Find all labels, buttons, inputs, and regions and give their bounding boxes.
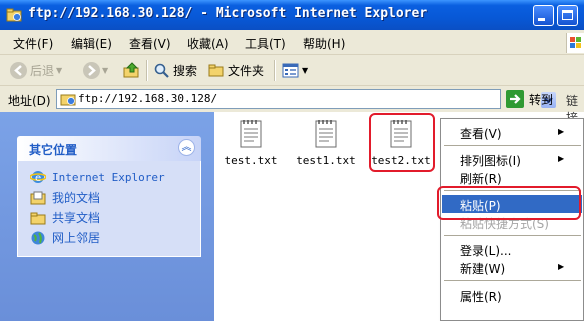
forward-dropdown-icon: ▼ <box>102 65 109 75</box>
toolbar: 后退 ▼ ▼ 搜索 文件夹 ▼ <box>0 55 584 86</box>
collapse-button[interactable]: ︽ <box>178 139 195 156</box>
submenu-arrow-icon: ▶ <box>558 262 565 271</box>
network-globe-icon <box>30 230 46 246</box>
link-shared-documents[interactable]: 共享文档 <box>30 209 100 226</box>
other-places-title: 其它位置 <box>29 143 78 157</box>
menu-item-arrange-icons[interactable]: 排列图标(I) ▶ <box>442 150 582 168</box>
up-folder-icon <box>123 62 139 78</box>
back-arrow-icon <box>10 61 27 79</box>
other-places-body: e Internet Explorer 我的文档 共享文档 网上邻居 <box>17 161 201 257</box>
other-places-header[interactable]: 其它位置 ︽ <box>17 136 201 161</box>
task-pane: 其它位置 ︽ e Internet Explorer 我的文档 共享文档 网上邻 <box>0 112 214 321</box>
menu-item-label: 刷新(R) <box>460 172 502 186</box>
link-network-places[interactable]: 网上邻居 <box>30 229 100 246</box>
address-value: ftp://192.168.30.128/ <box>78 92 218 105</box>
file-highlight-box <box>369 113 435 172</box>
paste-highlight-box <box>437 186 581 220</box>
menu-item-label: 新建(W) <box>460 262 506 276</box>
menu-file[interactable]: 文件(F) <box>13 35 53 52</box>
menu-help[interactable]: 帮助(H) <box>303 35 345 52</box>
search-icon <box>154 63 169 78</box>
submenu-arrow-icon: ▶ <box>558 127 565 136</box>
maximize-icon <box>562 10 573 20</box>
menu-item-label: 排列图标(I) <box>460 154 521 168</box>
shared-folder-icon <box>30 210 46 226</box>
minimize-button[interactable] <box>533 5 554 26</box>
link-label: 我的文档 <box>52 191 101 205</box>
minimize-icon <box>538 18 545 21</box>
menu-separator <box>444 235 581 236</box>
submenu-arrow-icon: ▶ <box>558 154 565 163</box>
menu-item-properties[interactable]: 属性(R) <box>442 286 582 304</box>
menu-bar: 文件(F) 编辑(E) 查看(V) 收藏(A) 工具(T) 帮助(H) <box>0 30 584 55</box>
chevron-up-icon: ︽ <box>181 142 192 153</box>
menu-item-label: 查看(V) <box>460 127 502 141</box>
views-icon <box>282 63 299 77</box>
address-label: 地址(D) <box>8 94 51 108</box>
menu-item-login[interactable]: 登录(L)... <box>442 240 582 258</box>
link-label: 网上邻居 <box>52 231 101 245</box>
back-dropdown-icon: ▼ <box>56 65 63 75</box>
views-button[interactable]: ▼ <box>282 60 308 80</box>
back-button[interactable]: 后退 ▼ <box>10 60 62 80</box>
search-label: 搜索 <box>173 63 198 78</box>
go-label: 转到 <box>529 92 554 107</box>
toolbar-separator <box>274 60 276 81</box>
forward-button[interactable]: ▼ <box>83 60 108 80</box>
link-my-documents[interactable]: 我的文档 <box>30 189 100 206</box>
menu-edit[interactable]: 编辑(E) <box>71 35 112 52</box>
file-item[interactable]: test.txt <box>216 118 286 167</box>
go-button[interactable]: 转到 <box>506 90 553 108</box>
file-item[interactable]: test1.txt <box>291 118 361 167</box>
title-bar[interactable]: ftp://192.168.30.128/ - Microsoft Intern… <box>0 0 584 30</box>
menu-view[interactable]: 查看(V) <box>129 35 171 52</box>
menu-item-view[interactable]: 查看(V) ▶ <box>442 123 582 141</box>
svg-text:e: e <box>35 173 41 184</box>
menu-item-refresh[interactable]: 刷新(R) <box>442 168 582 186</box>
menu-separator <box>444 145 581 146</box>
address-input[interactable]: ftp://192.168.30.128/ <box>56 89 556 109</box>
menu-separator <box>444 280 581 281</box>
folders-button[interactable]: 文件夹 <box>208 60 264 80</box>
folder-icon <box>208 64 224 76</box>
link-internet-explorer[interactable]: e Internet Explorer <box>29 169 165 185</box>
link-label: Internet Explorer <box>52 170 165 184</box>
internet-explorer-icon: e <box>29 169 47 185</box>
menu-item-new[interactable]: 新建(W) ▶ <box>442 258 582 276</box>
toolbar-separator <box>146 60 148 81</box>
menu-tools[interactable]: 工具(T) <box>245 35 286 52</box>
maximize-button[interactable] <box>557 5 578 26</box>
menu-favorites[interactable]: 收藏(A) <box>187 35 229 52</box>
search-button[interactable]: 搜索 <box>153 60 197 80</box>
menu-item-label: 属性(R) <box>460 290 502 304</box>
text-file-icon <box>314 118 338 148</box>
views-dropdown-icon: ▼ <box>302 65 309 75</box>
text-file-icon <box>239 118 263 148</box>
file-name: test.txt <box>224 154 278 167</box>
back-label: 后退 <box>30 63 55 78</box>
address-bar: 地址(D) ftp://192.168.30.128/ 转到 链接 <box>0 86 584 125</box>
ftp-folder-icon <box>60 94 76 106</box>
window-title: ftp://192.168.30.128/ - Microsoft Intern… <box>28 6 428 21</box>
folders-label: 文件夹 <box>228 63 265 78</box>
my-documents-icon <box>30 190 46 206</box>
menu-item-label: 登录(L)... <box>460 244 512 258</box>
windows-logo-icon <box>566 33 584 53</box>
file-name: test1.txt <box>296 154 356 167</box>
go-arrow-icon <box>506 90 524 108</box>
link-label: 共享文档 <box>52 211 101 225</box>
up-folder-button[interactable] <box>123 60 141 80</box>
ftp-folder-icon <box>6 7 22 23</box>
forward-arrow-icon <box>83 61 100 79</box>
